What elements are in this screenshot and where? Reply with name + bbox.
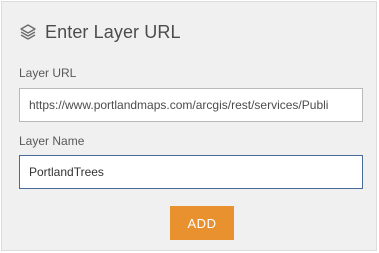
layer-name-input[interactable] bbox=[19, 155, 363, 189]
layer-url-label: Layer URL bbox=[19, 66, 77, 80]
layer-url-input[interactable] bbox=[19, 88, 363, 122]
panel-header: Enter Layer URL bbox=[19, 21, 181, 43]
enter-layer-url-panel: Enter Layer URL Layer URL Layer Name ADD bbox=[1, 1, 377, 251]
layer-name-label: Layer Name bbox=[19, 134, 85, 148]
layers-icon bbox=[19, 23, 37, 41]
panel-title: Enter Layer URL bbox=[45, 21, 181, 42]
add-button[interactable]: ADD bbox=[170, 206, 234, 240]
